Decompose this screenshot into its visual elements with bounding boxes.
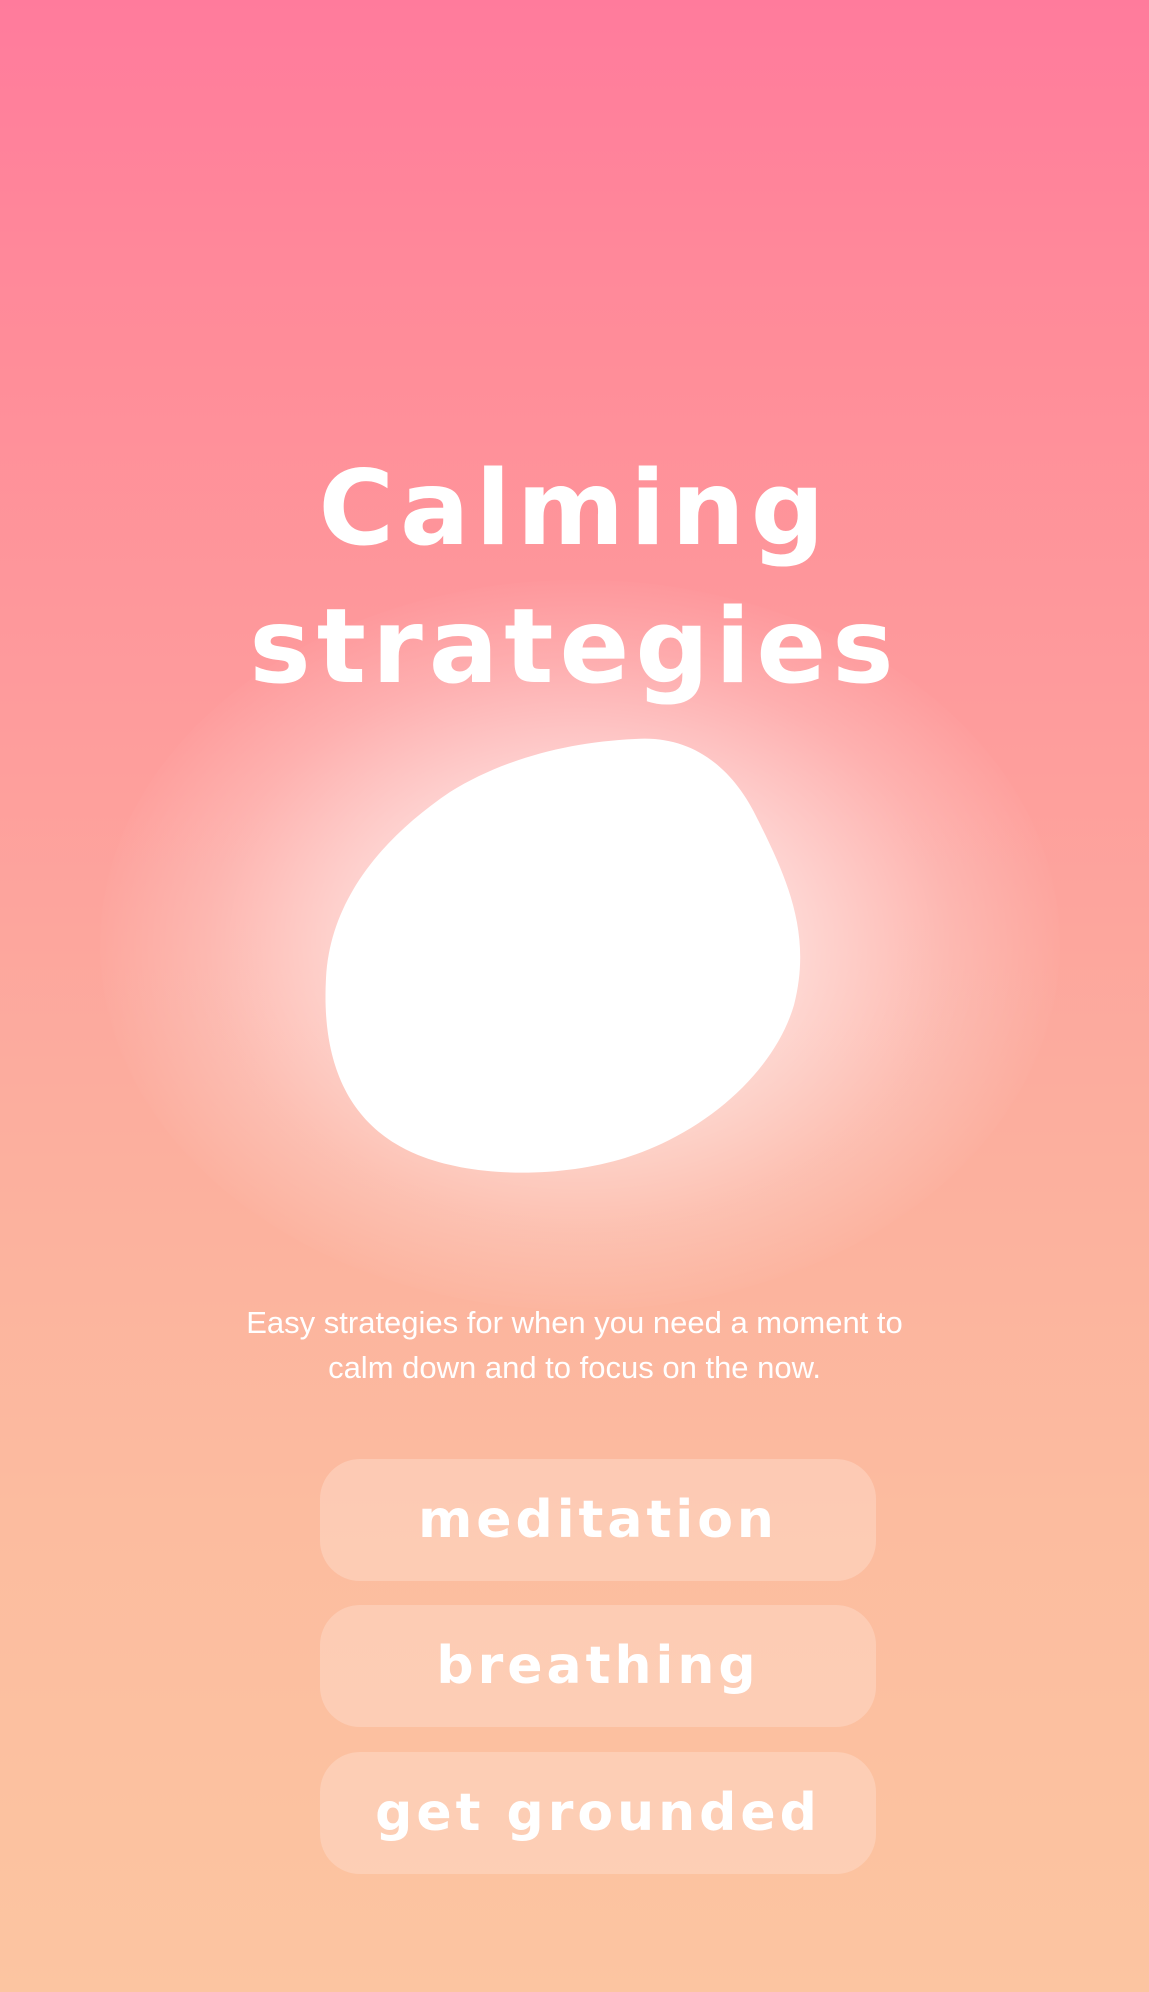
title-line-1: Calming <box>318 449 831 569</box>
breathing-button[interactable]: breathing <box>320 1605 876 1727</box>
description-line-1: Easy strategies for when you need a mome… <box>246 1305 903 1340</box>
calm-blob-illustration <box>325 738 801 1173</box>
get-grounded-button[interactable]: get grounded <box>320 1752 876 1874</box>
calm-blob-shape <box>325 738 801 1173</box>
description-text: Easy strategies for when you need a mome… <box>0 1300 1149 1390</box>
meditation-button[interactable]: meditation <box>320 1459 876 1581</box>
description-line-2: calm down and to focus on the now. <box>328 1350 821 1385</box>
